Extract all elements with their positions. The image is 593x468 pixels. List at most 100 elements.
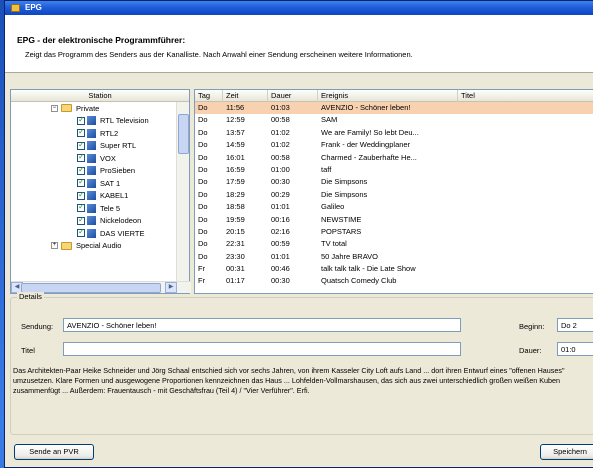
cell-tag: Do	[198, 177, 208, 187]
tree-vertical-scrollbar[interactable]	[176, 102, 189, 282]
tv-station-icon	[87, 128, 96, 138]
cell-zeit: 00:31	[226, 264, 245, 274]
sendung-field[interactable]: AVENZIO - Schöner leben!	[63, 318, 461, 332]
cell-dauer: 01:00	[271, 164, 290, 174]
cell-tag: Do	[198, 226, 208, 236]
tree-station-item[interactable]: VOX	[11, 152, 189, 165]
checkbox-icon[interactable]	[77, 140, 85, 150]
column-zeit[interactable]: Zeit	[223, 89, 268, 102]
tree-body: − Private RTL Television RTL2 Super RTL VOX…	[11, 102, 189, 282]
cell-zeit: 16:59	[226, 164, 245, 174]
tree-station-item[interactable]: Nickelodeon	[11, 215, 189, 228]
checkbox-icon[interactable]	[77, 227, 85, 238]
table-row[interactable]: Do 18:58 01:01 Galileo	[195, 201, 593, 213]
cell-dauer: 00:30	[271, 177, 290, 187]
station-label: Nickelodeon	[100, 216, 142, 226]
cell-titel	[458, 226, 593, 238]
grid-body: Do 11:56 01:03 AVENZIO - Schöner leben! Do 12…	[195, 102, 593, 288]
checkbox-icon[interactable]	[77, 115, 85, 125]
table-row[interactable]: Do 18:29 00:29 Die Simpsons	[195, 189, 593, 201]
collapse-icon[interactable]: −	[51, 104, 58, 112]
tree-station-item[interactable]: ProSieben	[11, 165, 189, 178]
tree-group-private[interactable]: − Private	[11, 102, 189, 115]
checkbox-icon[interactable]	[77, 177, 85, 188]
cell-zeit: 19:59	[226, 214, 245, 224]
tv-station-icon	[87, 153, 96, 163]
beginn-field[interactable]: Do 2	[557, 318, 593, 332]
grid-header: Tag Zeit Dauer Ereignis Titel	[195, 89, 593, 102]
cell-dauer: 01:02	[271, 140, 290, 150]
cell-ereignis: POPSTARS	[321, 226, 362, 236]
cell-tag: Do	[198, 202, 208, 212]
table-row[interactable]: Do 19:59 00:16 NEWSTIME	[195, 214, 593, 226]
checkbox-icon[interactable]	[77, 202, 85, 213]
checkbox-icon[interactable]	[77, 165, 85, 175]
table-row[interactable]: Do 22:31 00:59 TV total	[195, 238, 593, 250]
tv-station-icon	[87, 141, 96, 151]
main-pane: Station − Private RTL Television RTL2 Supe…	[10, 89, 593, 294]
station-label: ProSieben	[100, 166, 136, 176]
cell-titel	[458, 127, 593, 139]
cell-ereignis: SAM	[321, 115, 338, 125]
titel-field[interactable]	[63, 342, 461, 356]
tree-group-special-audio[interactable]: + Special Audio	[11, 240, 189, 253]
table-row[interactable]: Do 12:59 00:58 SAM	[195, 114, 593, 126]
tree-station-item[interactable]: DAS VIERTE	[11, 227, 189, 240]
tree-station-item[interactable]: RTL Television	[11, 115, 189, 128]
cell-ereignis: AVENZIO - Schöner leben!	[321, 103, 411, 112]
column-dauer[interactable]: Dauer	[268, 89, 318, 102]
station-column-header[interactable]: Station	[11, 90, 189, 102]
table-row[interactable]: Do 11:56 01:03 AVENZIO - Schöner leben!	[195, 102, 593, 115]
station-label: Tele 5	[100, 203, 121, 213]
programme-grid[interactable]: Tag Zeit Dauer Ereignis Titel Do 11:56 01:…	[194, 89, 593, 294]
cell-tag: Do	[198, 140, 208, 150]
title-bar[interactable]: EPG	[5, 1, 593, 15]
table-row[interactable]: Do 16:59 01:00 taff	[195, 164, 593, 176]
checkbox-icon[interactable]	[77, 127, 85, 138]
station-label: SAT 1	[100, 178, 121, 188]
column-ereignis[interactable]: Ereignis	[318, 89, 458, 102]
scroll-thumb[interactable]	[178, 114, 189, 154]
tree-station-item[interactable]: RTL2	[11, 127, 189, 140]
send-to-pvr-button[interactable]: Sende an PVR	[14, 444, 94, 460]
tree-station-item[interactable]: Tele 5	[11, 202, 189, 215]
tree-station-item[interactable]: Super RTL	[11, 140, 189, 153]
table-row[interactable]: Do 16:01 00:58 Charmed - Zauberhafte He...	[195, 152, 593, 164]
cell-zeit: 01:17	[226, 276, 245, 286]
table-row[interactable]: Fr 01:17 00:30 Quatsch Comedy Club	[195, 275, 593, 287]
cell-dauer: 02:16	[271, 226, 290, 236]
table-row[interactable]: Do 13:57 01:02 We are Family! So lebt Deu..…	[195, 127, 593, 139]
table-row[interactable]: Do 20:15 02:16 POPSTARS	[195, 226, 593, 238]
folder-icon	[61, 241, 72, 250]
cell-tag: Do	[198, 127, 208, 137]
table-row[interactable]: Fr 00:31 00:46 talk talk talk - Die Late Sh…	[195, 263, 593, 275]
cell-zeit: 22:31	[226, 239, 245, 249]
table-row[interactable]: Do 23:30 01:01 50 Jahre BRAVO	[195, 251, 593, 263]
cell-titel	[458, 214, 593, 226]
dauer-field[interactable]: 01:0	[557, 342, 593, 356]
beginn-label: Beginn:	[519, 322, 545, 331]
checkbox-icon[interactable]	[77, 152, 85, 163]
checkbox-icon[interactable]	[77, 215, 85, 225]
cell-titel	[458, 102, 593, 114]
tree-station-item[interactable]: SAT 1	[11, 177, 189, 190]
description-text: Das Architekten-Paar Heike Schneider und…	[13, 366, 565, 395]
cell-zeit: 12:59	[226, 115, 245, 125]
cell-ereignis: NEWSTIME	[321, 214, 362, 224]
cell-dauer: 00:30	[271, 276, 290, 286]
page-title: EPG - der elektronische Programmführer:	[17, 35, 186, 45]
cell-dauer: 01:02	[271, 127, 290, 137]
scroll-right-icon[interactable]: ▶	[165, 282, 177, 293]
table-row[interactable]: Do 14:59 01:02 Frank - der Weddingplaner	[195, 139, 593, 151]
column-titel[interactable]: Titel	[458, 90, 593, 102]
table-row[interactable]: Do 17:59 00:30 Die Simpsons	[195, 176, 593, 188]
cell-ereignis: talk talk talk - Die Late Show	[321, 264, 416, 274]
tree-station-item[interactable]: KABEL1	[11, 190, 189, 203]
checkbox-icon[interactable]	[77, 190, 85, 200]
dauer-label: Dauer:	[519, 346, 542, 355]
save-button[interactable]: Speichern	[540, 444, 593, 460]
window-title: EPG	[25, 3, 42, 12]
column-tag[interactable]: Tag	[195, 89, 223, 102]
station-tree[interactable]: Station − Private RTL Television RTL2 Supe…	[10, 89, 191, 294]
expand-icon[interactable]: +	[51, 242, 58, 250]
